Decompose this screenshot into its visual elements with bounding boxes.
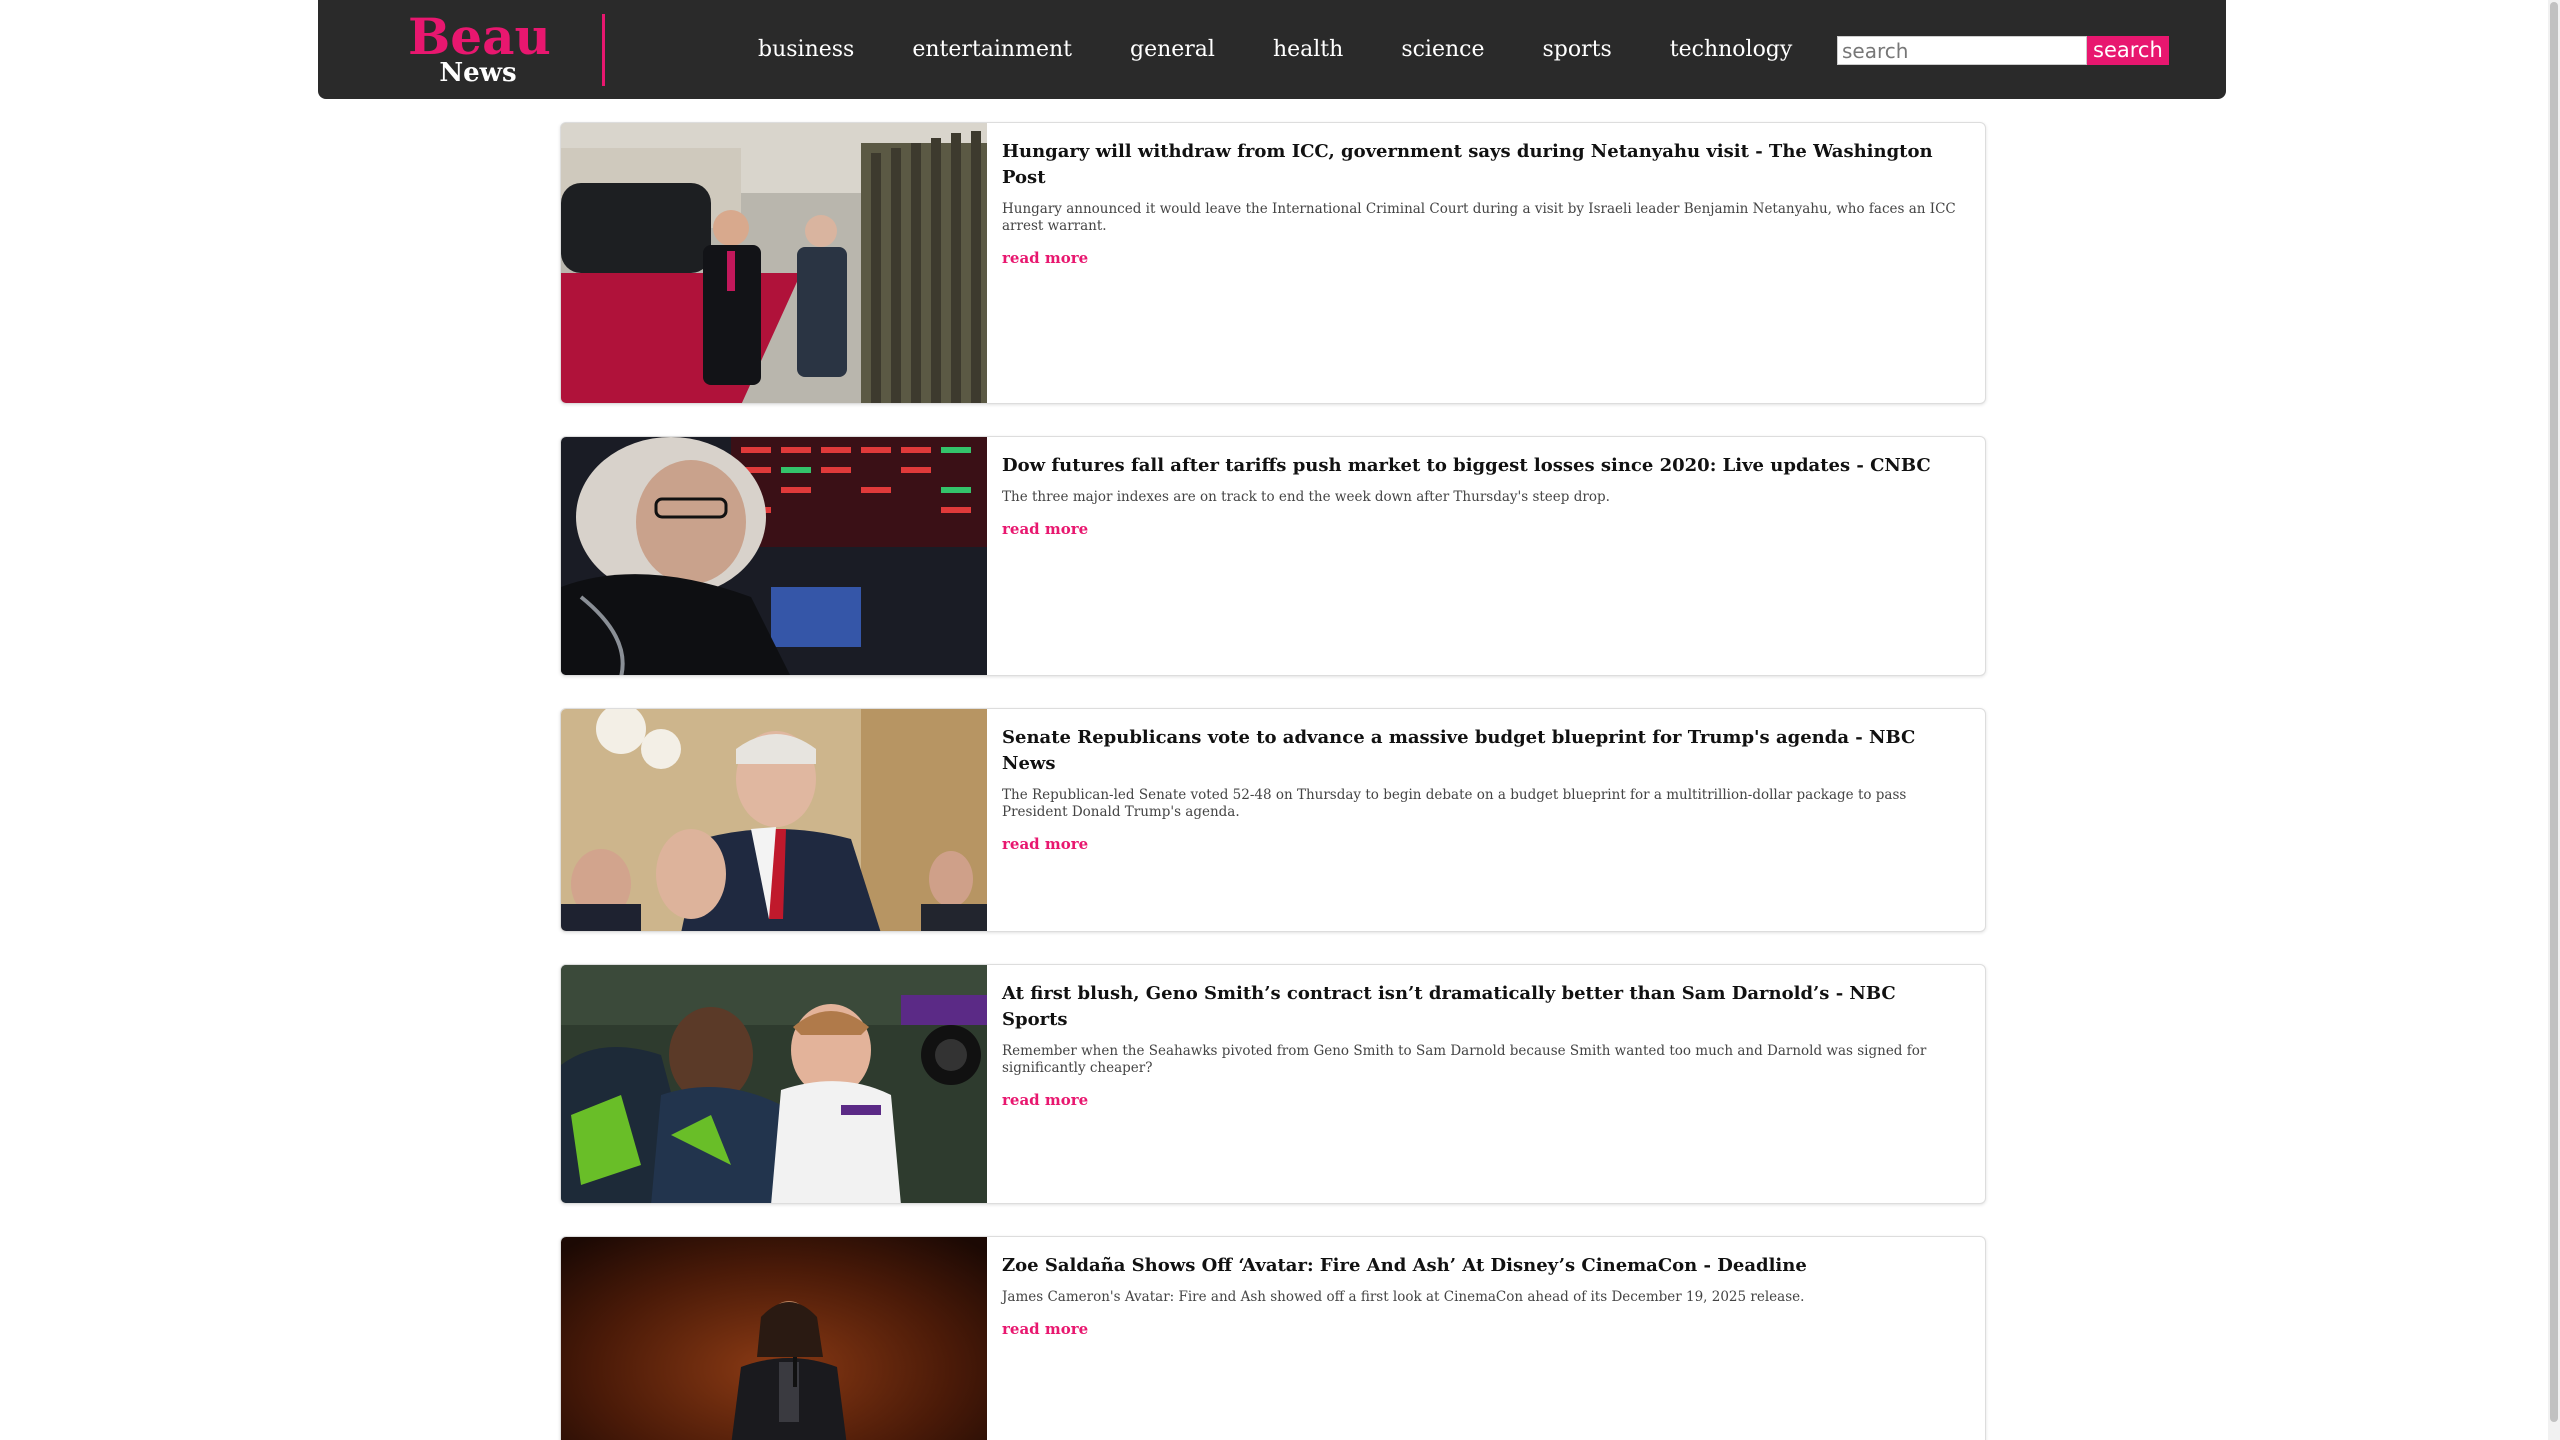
article-description: The three major indexes are on track to …: [1002, 489, 1610, 505]
article-body: Senate Republicans vote to advance a mas…: [1002, 725, 1961, 853]
article-body: Zoe Saldaña Shows Off ‘Avatar: Fire And …: [1002, 1253, 1961, 1338]
nav-item-technology[interactable]: technology: [1670, 37, 1793, 62]
read-more-link[interactable]: read more: [1002, 1320, 1088, 1338]
article-card: Zoe Saldaña Shows Off ‘Avatar: Fire And …: [560, 1236, 1986, 1440]
article-feed: Hungary will withdraw from ICC, governme…: [560, 122, 1986, 1440]
article-description: Remember when the Seahawks pivoted from …: [1002, 1043, 1927, 1076]
article-description: Hungary announced it would leave the Int…: [1002, 201, 1956, 234]
nav-item-sports[interactable]: sports: [1543, 37, 1612, 62]
read-more-link[interactable]: read more: [1002, 835, 1088, 853]
article-image[interactable]: [561, 437, 987, 675]
site-header: Beau News business entertainment general…: [318, 0, 2226, 99]
nav-item-entertainment[interactable]: entertainment: [912, 37, 1072, 62]
logo-divider: [602, 14, 605, 86]
article-description: The Republican-led Senate voted 52-48 on…: [1002, 787, 1907, 820]
read-more-link[interactable]: read more: [1002, 520, 1088, 538]
article-image[interactable]: [561, 965, 987, 1203]
article-title[interactable]: Zoe Saldaña Shows Off ‘Avatar: Fire And …: [1002, 1253, 1961, 1279]
nav-item-general[interactable]: general: [1130, 37, 1215, 62]
article-body: Hungary will withdraw from ICC, governme…: [1002, 139, 1961, 267]
article-image[interactable]: [561, 709, 987, 931]
search-button[interactable]: search: [2087, 36, 2169, 65]
nav-item-business[interactable]: business: [758, 37, 854, 62]
article-title[interactable]: At first blush, Geno Smith’s contract is…: [1002, 981, 1961, 1033]
nav-item-health[interactable]: health: [1273, 37, 1343, 62]
article-image[interactable]: [561, 123, 987, 403]
article-body: At first blush, Geno Smith’s contract is…: [1002, 981, 1961, 1109]
article-card: Hungary will withdraw from ICC, governme…: [560, 122, 1986, 404]
article-body: Dow futures fall after tariffs push mark…: [1002, 453, 1961, 538]
article-2-photo: [561, 437, 987, 675]
site-logo[interactable]: Beau News: [408, 7, 551, 87]
search-input[interactable]: [1837, 36, 2087, 65]
article-image[interactable]: [561, 1237, 987, 1440]
article-title[interactable]: Dow futures fall after tariffs push mark…: [1002, 453, 1961, 479]
article-1-photo: [561, 123, 987, 403]
article-card: At first blush, Geno Smith’s contract is…: [560, 964, 1986, 1204]
read-more-link[interactable]: read more: [1002, 249, 1088, 267]
page-scrollbar[interactable]: [2548, 0, 2560, 1440]
article-5-photo: [561, 1237, 987, 1440]
article-card: Senate Republicans vote to advance a mas…: [560, 708, 1986, 932]
article-title[interactable]: Hungary will withdraw from ICC, governme…: [1002, 139, 1961, 191]
page: Beau News business entertainment general…: [0, 0, 2560, 1440]
article-description: James Cameron's Avatar: Fire and Ash sho…: [1002, 1289, 1805, 1305]
scrollbar-thumb[interactable]: [2550, 2, 2558, 1422]
article-3-photo: [561, 709, 987, 931]
nav-item-science[interactable]: science: [1401, 37, 1484, 62]
read-more-link[interactable]: read more: [1002, 1091, 1088, 1109]
article-title[interactable]: Senate Republicans vote to advance a mas…: [1002, 725, 1961, 777]
search-form: search: [1837, 36, 2169, 65]
logo-text-beau: Beau: [408, 7, 551, 66]
category-nav: business entertainment general health sc…: [758, 0, 1850, 99]
article-card: Dow futures fall after tariffs push mark…: [560, 436, 1986, 676]
article-4-photo: [561, 965, 987, 1203]
